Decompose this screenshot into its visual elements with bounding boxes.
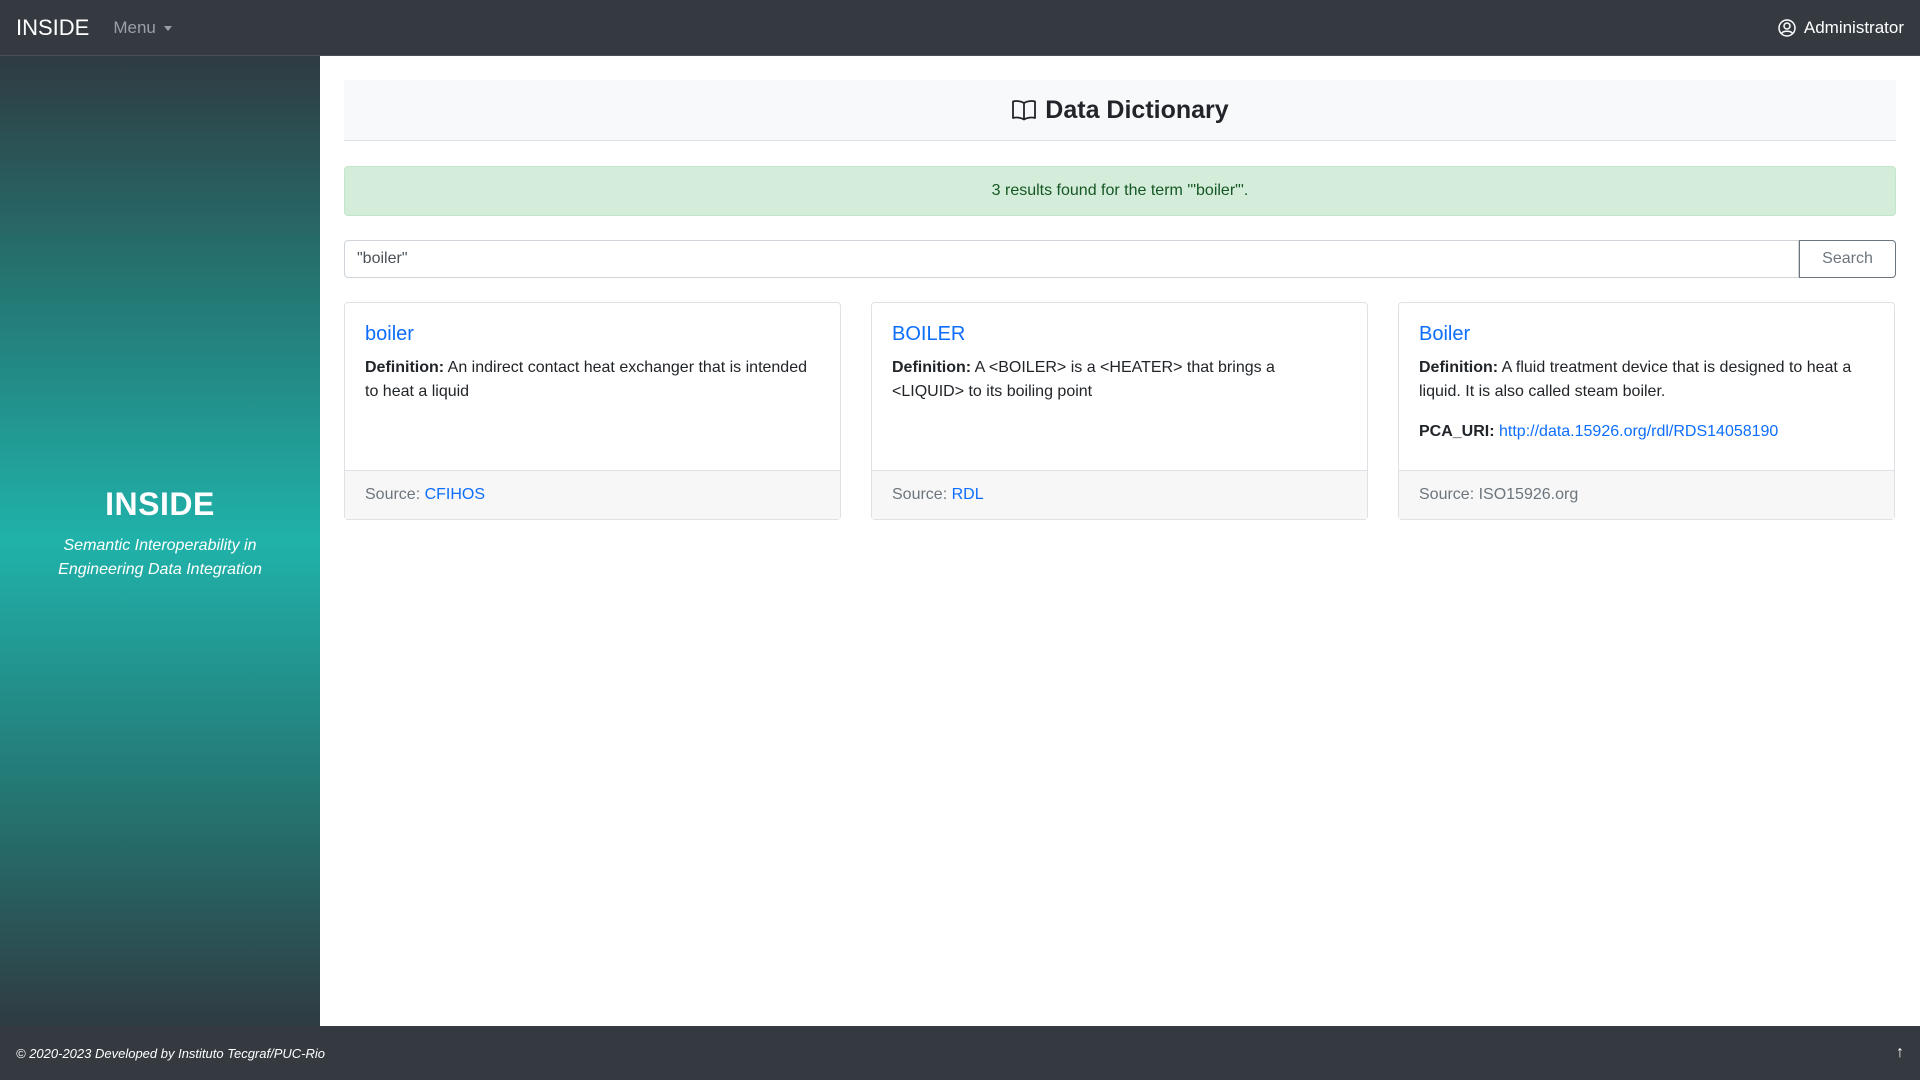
search-bar: Search bbox=[344, 240, 1896, 278]
results-message: 3 results found for the term '"boiler"'. bbox=[991, 182, 1249, 199]
result-title-link[interactable]: BOILER bbox=[892, 323, 1347, 346]
uri-link[interactable]: http://data.15926.org/rdl/RDS14058190 bbox=[1499, 423, 1778, 440]
page-footer: © 2020-2023 Developed by Instituto Tecgr… bbox=[0, 1026, 1920, 1080]
result-definition: Definition: An indirect contact heat exc… bbox=[365, 356, 820, 404]
arrow-up-icon[interactable]: ↑ bbox=[1896, 1044, 1904, 1062]
source-label: Source: bbox=[365, 486, 421, 503]
definition-label: Definition: bbox=[365, 359, 445, 376]
page-title: Data Dictionary bbox=[1045, 95, 1229, 124]
result-footer: Source: RDL bbox=[872, 470, 1367, 519]
source-text: ISO15926.org bbox=[1478, 486, 1579, 503]
result-card: boiler Definition: An indirect contact h… bbox=[344, 302, 841, 520]
search-input[interactable] bbox=[344, 240, 1799, 278]
top-navbar: INSIDE Menu Administrator bbox=[0, 0, 1920, 56]
definition-label: Definition: bbox=[892, 359, 972, 376]
result-card: Boiler Definition: A fluid treatment dev… bbox=[1398, 302, 1895, 520]
sidebar-title: INSIDE bbox=[105, 486, 215, 522]
sidebar: INSIDE Semantic Interoperability in Engi… bbox=[0, 56, 320, 1026]
menu-dropdown[interactable]: Menu bbox=[113, 18, 172, 38]
result-title-link[interactable]: Boiler bbox=[1419, 323, 1874, 346]
book-icon bbox=[1012, 100, 1037, 121]
sidebar-subtitle: Semantic Interoperability in Engineering… bbox=[58, 537, 262, 578]
result-title-link[interactable]: boiler bbox=[365, 323, 820, 346]
result-footer: Source: CFIHOS bbox=[345, 470, 840, 519]
results-list: boiler Definition: An indirect contact h… bbox=[344, 302, 1896, 520]
results-alert: 3 results found for the term '"boiler"'. bbox=[344, 166, 1896, 216]
menu-label: Menu bbox=[113, 17, 156, 37]
source-label: Source: bbox=[1419, 486, 1475, 503]
copyright-text: © 2020-2023 Developed by Instituto Tecgr… bbox=[16, 1045, 325, 1061]
source-label: Source: bbox=[892, 486, 948, 503]
source-link[interactable]: RDL bbox=[952, 486, 984, 504]
definition-label: Definition: bbox=[1419, 359, 1499, 376]
source-link[interactable]: CFIHOS bbox=[425, 486, 485, 504]
user-menu[interactable]: Administrator bbox=[1778, 18, 1904, 38]
result-uri: PCA_URI: http://data.15926.org/rdl/RDS14… bbox=[1419, 420, 1874, 444]
result-definition: Definition: A <BOILER> is a <HEATER> tha… bbox=[892, 356, 1347, 404]
result-card: BOILER Definition: A <BOILER> is a <HEAT… bbox=[871, 302, 1368, 520]
uri-label: PCA_URI: bbox=[1419, 423, 1495, 440]
search-button[interactable]: Search bbox=[1799, 240, 1896, 278]
chevron-down-icon bbox=[163, 26, 172, 31]
main-content: Data Dictionary 3 results found for the … bbox=[320, 56, 1920, 1026]
page-header: Data Dictionary bbox=[344, 80, 1896, 141]
result-footer: Source: ISO15926.org bbox=[1399, 470, 1894, 519]
result-definition: Definition: A fluid treatment device tha… bbox=[1419, 356, 1874, 404]
user-circle-icon bbox=[1778, 18, 1796, 37]
brand-link[interactable]: INSIDE bbox=[16, 15, 89, 41]
user-name: Administrator bbox=[1803, 17, 1904, 37]
